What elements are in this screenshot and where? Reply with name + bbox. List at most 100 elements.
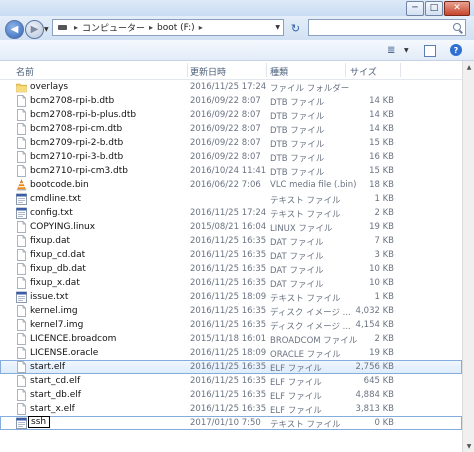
address-dropdown-icon[interactable]: ▼ [275, 24, 280, 31]
file-row[interactable]: ssh 2017/01/10 7:50 テキスト ファイル 0 KB [0, 416, 462, 430]
minimize-button[interactable]: ─ [406, 1, 424, 16]
preview-pane-button[interactable] [424, 45, 436, 57]
file-size: 3 KB [374, 250, 394, 260]
file-row[interactable]: bootcode.bin 2016/06/22 7:06 VLC media fil… [0, 178, 462, 192]
file-name: start_cd.elf [30, 376, 81, 386]
file-row[interactable]: start_x.elf 2016/11/25 16:35 ELF ファイル 3,813… [0, 402, 462, 416]
vertical-scrollbar[interactable]: ▲ ▼ [462, 61, 474, 452]
file-row[interactable]: LICENSE.oracle 2016/11/25 18:09 ORACLE ファイ… [0, 346, 462, 360]
file-type: DTB ファイル [270, 98, 325, 108]
rename-input[interactable]: ssh [28, 416, 50, 428]
file-row[interactable]: bcm2709-rpi-2-b.dtb 2016/09/22 8:07 DTB ファ… [0, 136, 462, 150]
file-date: 2016/11/25 16:35 [190, 278, 267, 288]
file-size: 645 KB [363, 376, 394, 386]
file-row[interactable]: start_db.elf 2016/11/25 16:35 ELF ファイル 4,88… [0, 388, 462, 402]
file-row[interactable]: fixup_cd.dat 2016/11/25 16:35 DAT ファイル 3 KB [0, 248, 462, 262]
forward-button[interactable]: ▶ [25, 20, 44, 39]
column-header-size[interactable]: サイズ [350, 65, 377, 78]
column-header-date[interactable]: 更新日時 [190, 65, 226, 78]
file-date: 2016/11/25 16:35 [190, 390, 267, 400]
file-type: テキスト ファイル [270, 294, 341, 304]
file-row[interactable]: bcm2708-rpi-b-plus.dtb 2016/09/22 8:07 DTB… [0, 108, 462, 122]
file-date: 2016/11/25 17:24 [190, 208, 267, 218]
title-bar: ─ □ ✕ [0, 0, 474, 16]
file-size: 2 KB [374, 208, 394, 218]
file-date: 2016/11/25 16:35 [190, 264, 267, 274]
file-type: DAT ファイル [270, 266, 324, 276]
file-type: テキスト ファイル [270, 210, 341, 220]
breadcrumb-separator-icon[interactable]: ▸ [149, 23, 153, 32]
file-icon [16, 221, 27, 233]
file-name: start.elf [30, 362, 66, 372]
file-row[interactable]: kernel.img 2016/11/25 16:35 ディスク イメージ ... 4… [0, 304, 462, 318]
file-row[interactable]: cmdline.txt テキスト ファイル 1 KB [0, 192, 462, 206]
file-icon [16, 249, 27, 261]
file-date: 2016/09/22 8:07 [190, 124, 261, 134]
column-divider[interactable] [345, 63, 346, 77]
file-icon [16, 361, 27, 373]
column-divider[interactable] [187, 63, 188, 77]
file-type: ELF ファイル [270, 392, 322, 402]
address-bar[interactable]: ▸ コンピューター ▸ boot (F:) ▸ ▼ [52, 19, 284, 36]
file-date: 2016/11/25 16:35 [190, 306, 267, 316]
column-divider[interactable] [266, 63, 267, 77]
breadcrumb-boot-drive[interactable]: boot (F:) [157, 23, 195, 33]
file-row[interactable]: bcm2710-rpi-3-b.dtb 2016/09/22 8:07 DTB ファ… [0, 150, 462, 164]
file-size: 18 KB [369, 180, 394, 190]
file-name: bcm2708-rpi-cm.dtb [30, 124, 123, 134]
column-divider[interactable] [400, 63, 401, 77]
scroll-up-icon[interactable]: ▲ [465, 63, 473, 71]
file-icon [16, 109, 27, 121]
file-date: 2016/09/22 8:07 [190, 96, 261, 106]
file-row[interactable]: config.txt 2016/11/25 17:24 テキスト ファイル 2 KB [0, 206, 462, 220]
file-row[interactable]: fixup_db.dat 2016/11/25 16:35 DAT ファイル 10 K… [0, 262, 462, 276]
recent-pages-dropdown[interactable]: ▼ [44, 26, 49, 33]
file-row[interactable]: fixup.dat 2016/11/25 16:35 DAT ファイル 7 KB [0, 234, 462, 248]
column-headers: 名前 更新日時 種類 サイズ [0, 61, 462, 80]
file-row[interactable]: LICENCE.broadcom 2015/11/18 16:01 BROADCOM… [0, 332, 462, 346]
search-icon[interactable] [453, 23, 461, 31]
breadcrumb-computer[interactable]: コンピューター [82, 21, 145, 34]
scroll-down-icon[interactable]: ▼ [465, 442, 473, 450]
file-name: bcm2709-rpi-2-b.dtb [30, 138, 124, 148]
file-row[interactable]: bcm2708-rpi-b.dtb 2016/09/22 8:07 DTB ファイル… [0, 94, 462, 108]
close-button[interactable]: ✕ [444, 1, 470, 16]
back-button[interactable]: ◀ [5, 20, 24, 39]
views-button[interactable]: ≣ [387, 44, 395, 56]
file-date: 2016/11/25 16:35 [190, 320, 267, 330]
file-row[interactable]: start.elf 2016/11/25 16:35 ELF ファイル 2,756 K… [0, 360, 462, 374]
file-type: DTB ファイル [270, 154, 325, 164]
file-size: 15 KB [369, 138, 394, 148]
views-dropdown-icon[interactable]: ▼ [404, 44, 409, 56]
help-button[interactable]: ? [450, 44, 462, 56]
arrow-left-icon: ◀ [10, 24, 19, 35]
file-row[interactable]: fixup_x.dat 2016/11/25 16:35 DAT ファイル 10 KB [0, 276, 462, 290]
refresh-button[interactable]: ↻ [287, 20, 304, 36]
breadcrumb-separator-icon[interactable]: ▸ [199, 23, 203, 32]
file-name: config.txt [30, 208, 73, 218]
file-name: cmdline.txt [30, 194, 81, 204]
maximize-button[interactable]: □ [425, 1, 443, 16]
file-size: 14 KB [369, 96, 394, 106]
file-size: 2,756 KB [355, 362, 394, 372]
file-size: 19 KB [369, 348, 394, 358]
text-file-icon [16, 417, 27, 429]
file-name: kernel.img [30, 306, 78, 316]
file-row[interactable]: overlays 2016/11/25 17:24 ファイル フォルダー [0, 80, 462, 94]
arrow-right-icon: ▶ [30, 24, 39, 35]
file-row[interactable]: bcm2710-rpi-cm3.dtb 2016/10/24 11:41 DTB フ… [0, 164, 462, 178]
file-row[interactable]: start_cd.elf 2016/11/25 16:35 ELF ファイル 645 … [0, 374, 462, 388]
search-input[interactable] [308, 19, 466, 36]
text-file-icon [16, 193, 27, 205]
file-icon [16, 235, 27, 247]
file-row[interactable]: kernel7.img 2016/11/25 16:35 ディスク イメージ ...… [0, 318, 462, 332]
file-name: kernel7.img [30, 320, 84, 330]
vlc-icon [16, 179, 27, 191]
file-row[interactable]: issue.txt 2016/11/25 18:09 テキスト ファイル 1 KB [0, 290, 462, 304]
column-header-name[interactable]: 名前 [16, 65, 34, 78]
file-row[interactable]: bcm2708-rpi-cm.dtb 2016/09/22 8:07 DTB ファイ… [0, 122, 462, 136]
file-date: 2015/11/18 16:01 [190, 334, 267, 344]
file-row[interactable]: COPYING.linux 2015/08/21 16:04 LINUX ファイル 1… [0, 220, 462, 234]
column-header-type[interactable]: 種類 [270, 65, 288, 78]
breadcrumb-separator-icon[interactable]: ▸ [74, 23, 78, 32]
